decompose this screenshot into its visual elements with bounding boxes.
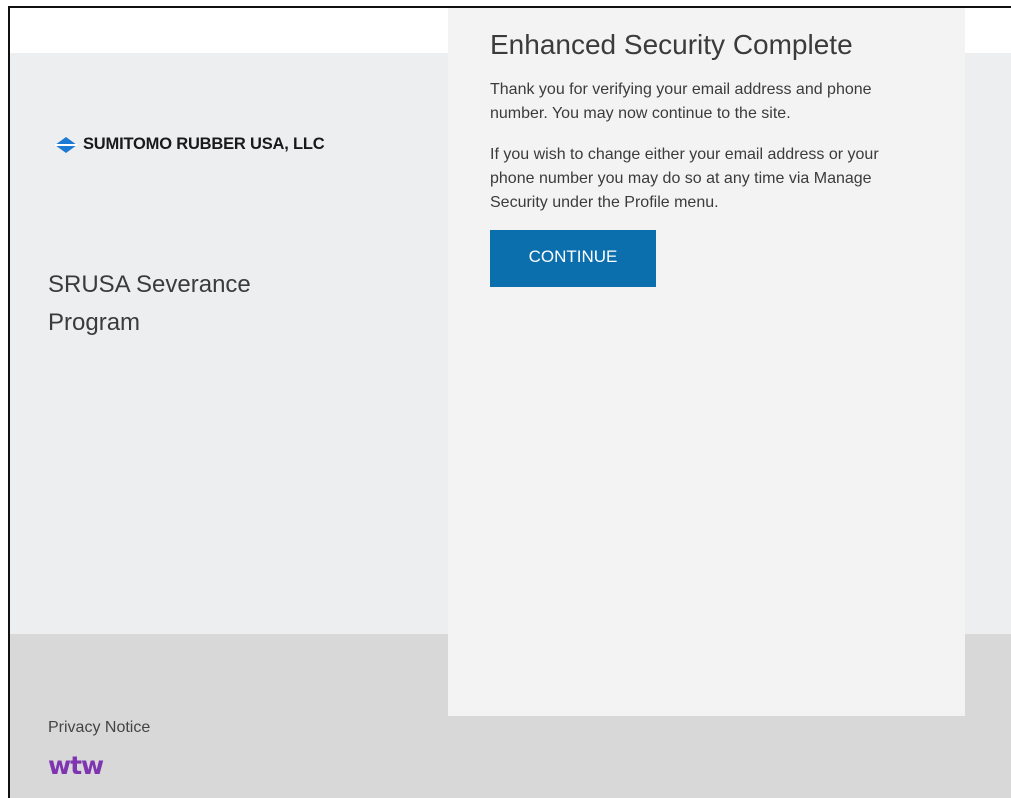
- wtw-logo: wtw: [48, 751, 104, 780]
- footer-links: Privacy Notice: [48, 719, 150, 737]
- company-name: SUMITOMO RUBBER USA, LLC: [83, 135, 325, 153]
- company-logo: SUMITOMO RUBBER USA, LLC: [55, 135, 325, 154]
- sumitomo-diamond-icon: [55, 136, 77, 153]
- security-complete-card: Enhanced Security Complete Thank you for…: [448, 8, 965, 716]
- program-title: SRUSA Severance Program: [48, 266, 408, 342]
- program-title-line-1: SRUSA Severance: [48, 271, 251, 298]
- browser-viewport: SUMITOMO RUBBER USA, LLC SRUSA Severance…: [8, 6, 1011, 798]
- privacy-notice-link[interactable]: Privacy Notice: [48, 719, 150, 737]
- program-title-line-2: Program: [48, 309, 141, 336]
- continue-button[interactable]: CONTINUE: [490, 230, 656, 287]
- card-title: Enhanced Security Complete: [490, 29, 853, 60]
- manage-security-message: If you wish to change either your email …: [490, 146, 879, 211]
- verification-message: Thank you for verifying your email addre…: [490, 81, 872, 122]
